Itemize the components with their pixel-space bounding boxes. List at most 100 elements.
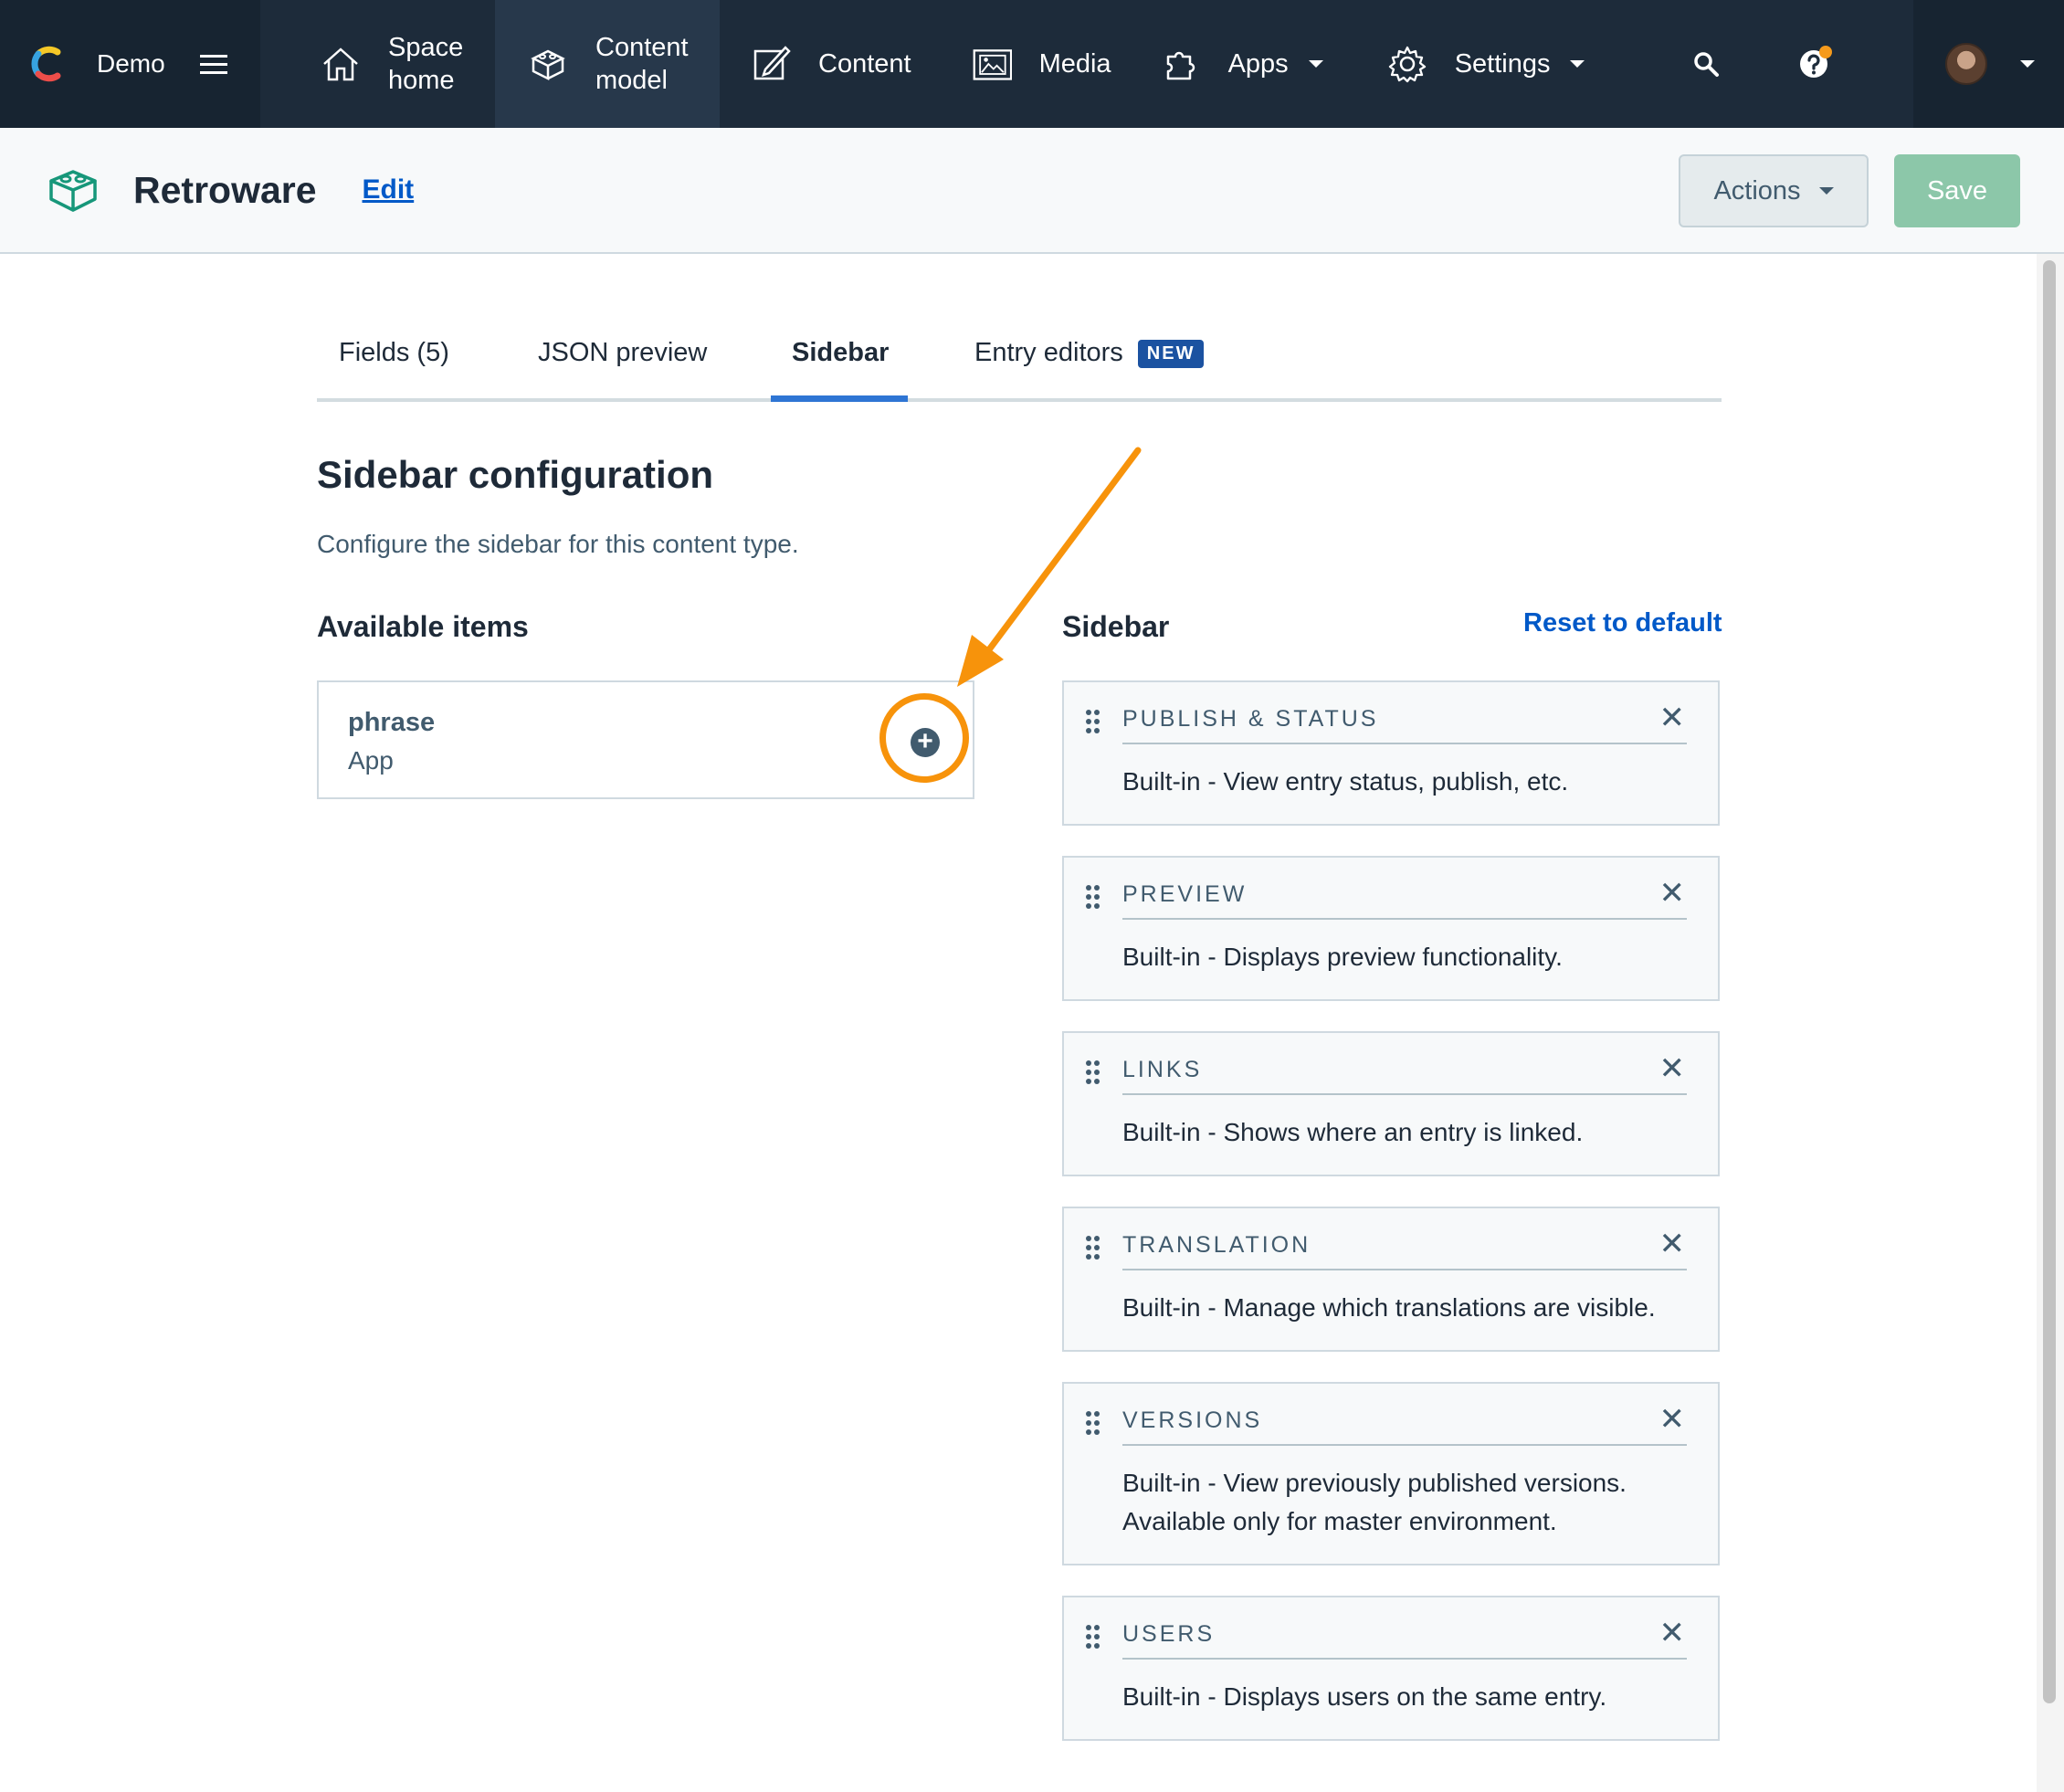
sidebar-item-publish-status[interactable]: PUBLISH & STATUS ✕ Built-in - View entry… [1062,680,1720,826]
available-item-name: phrase [348,708,436,737]
drag-handle-icon[interactable] [1086,885,1100,909]
close-icon[interactable]: ✕ [1659,1618,1686,1649]
tab-entry-editors[interactable]: Entry editors NEW [974,324,1205,402]
available-item-card: phrase App + [317,680,974,799]
scrollbar-thumb[interactable] [2043,260,2056,1703]
sidebar-item-header: PUBLISH & STATUS ✕ [1122,699,1687,744]
tab-json-preview-label: JSON preview [538,338,708,367]
drag-handle-icon[interactable] [1086,1411,1100,1435]
sidebar-item-header: TRANSLATION ✕ [1122,1225,1687,1270]
chevron-down-icon [2020,60,2035,68]
close-icon[interactable]: ✕ [1659,702,1686,733]
actions-button[interactable]: Actions [1679,154,1869,227]
sidebar-item-title: PREVIEW [1122,881,1248,907]
nav-content[interactable]: Content [720,0,937,128]
user-menu[interactable] [1913,0,2064,128]
nav-apps[interactable]: Apps [1137,0,1349,128]
space-switcher[interactable]: Demo [0,0,260,128]
sidebar-item-preview[interactable]: PREVIEW ✕ Built-in - Displays preview fu… [1062,856,1720,1001]
sidebar-heading: Sidebar [1062,610,1170,643]
tab-fields-label: Fields (5) [339,338,449,367]
available-items-heading: Available items [317,610,529,643]
home-icon [323,47,358,81]
nav-apps-label: Apps [1227,49,1289,79]
sidebar-item-description: Built-in - View entry status, publish, e… [1122,767,1569,796]
nav-space-home[interactable]: Space home [260,0,495,128]
nav-settings[interactable]: Settings [1349,0,1611,128]
drag-handle-icon[interactable] [1086,1060,1100,1084]
edit-link[interactable]: Edit [363,174,415,206]
tab-sidebar-label: Sidebar [792,338,890,367]
nav-media-label: Media [1038,49,1111,79]
close-icon[interactable]: ✕ [1659,878,1686,909]
drag-handle-icon[interactable] [1086,1236,1100,1260]
sidebar-item-description: Built-in - Displays preview functionalit… [1122,943,1563,971]
nav-content-model[interactable]: Content model [495,0,720,128]
close-icon[interactable]: ✕ [1659,1053,1686,1084]
content-icon [753,46,791,80]
tab-fields[interactable]: Fields (5) [339,324,449,402]
chevron-down-icon [1570,60,1585,68]
annotation-arrow-icon [957,447,1142,687]
tab-json-preview[interactable]: JSON preview [538,324,707,402]
nav-content-label: Content [818,49,911,79]
sidebar-item-description: Built-in - Manage which translations are… [1122,1293,1656,1322]
sidebar-item-title: USERS [1122,1621,1216,1647]
search-icon [1694,52,1720,77]
section-title: Sidebar configuration [317,453,714,496]
page-title: Retroware [133,168,317,211]
reset-to-default-link[interactable]: Reset to default [1523,608,1722,638]
content-type-header: Retroware Edit Actions Save [0,128,2064,254]
help-button[interactable] [1773,0,1855,128]
nav-settings-label: Settings [1454,49,1551,79]
avatar [1945,43,1987,85]
notification-dot [1819,46,1833,58]
search-button[interactable] [1665,0,1747,128]
space-name: Demo [97,49,165,78]
contentful-logo-icon [31,46,61,82]
content-model-icon [531,49,565,81]
sidebar-item-header: USERS ✕ [1122,1614,1687,1660]
menu-icon[interactable] [199,49,227,79]
nav-space-home-label-1: Space [388,33,464,62]
sidebar-item-links[interactable]: LINKS ✕ Built-in - Shows where an entry … [1062,1031,1720,1176]
available-item-type: App [348,746,394,775]
tab-bar: Fields (5) JSON preview Sidebar Entry ed… [317,324,1722,402]
actions-label: Actions [1713,175,1801,206]
sidebar-item-title: VERSIONS [1122,1407,1263,1433]
tab-sidebar[interactable]: Sidebar [792,324,889,402]
content-type-icon [49,170,97,212]
save-button[interactable]: Save [1894,154,2020,227]
sidebar-item-header: PREVIEW ✕ [1122,874,1687,920]
sidebar-item-description: Built-in - View previously published ver… [1122,1469,1627,1535]
drag-handle-icon[interactable] [1086,1625,1100,1649]
nav-media[interactable]: Media [937,0,1137,128]
gear-icon [1388,46,1426,83]
sidebar-item-versions[interactable]: VERSIONS ✕ Built-in - View previously pu… [1062,1382,1720,1565]
apps-icon [1166,51,1195,80]
nav-space-home-label-2: home [388,66,455,95]
new-badge: NEW [1137,340,1205,368]
drag-handle-icon[interactable] [1086,710,1100,733]
sidebar-item-header: VERSIONS ✕ [1122,1400,1687,1446]
sidebar-item-translation[interactable]: TRANSLATION ✕ Built-in - Manage which tr… [1062,1207,1720,1352]
sidebar-item-users[interactable]: USERS ✕ Built-in - Displays users on the… [1062,1596,1720,1741]
annotation-highlight-circle [879,693,969,783]
chevron-down-icon [1308,60,1323,68]
close-icon[interactable]: ✕ [1659,1228,1686,1260]
media-icon [973,49,1012,80]
chevron-down-icon [1818,187,1834,195]
sidebar-item-title: LINKS [1122,1057,1203,1082]
sidebar-item-title: TRANSLATION [1122,1232,1311,1258]
nav-content-model-label-2: model [595,66,668,95]
top-navigation: Demo Space home Content model Content Medi… [0,0,2064,128]
section-description: Configure the sidebar for this content t… [317,530,799,558]
sidebar-item-description: Built-in - Shows where an entry is linke… [1122,1118,1584,1146]
sidebar-item-description: Built-in - Displays users on the same en… [1122,1682,1607,1711]
tab-entry-editors-label: Entry editors [974,338,1123,367]
close-icon[interactable]: ✕ [1659,1404,1686,1435]
active-tab-indicator [771,395,908,402]
sidebar-item-header: LINKS ✕ [1122,1049,1687,1095]
nav-content-model-label-1: Content [595,33,689,62]
sidebar-item-title: PUBLISH & STATUS [1122,706,1379,732]
